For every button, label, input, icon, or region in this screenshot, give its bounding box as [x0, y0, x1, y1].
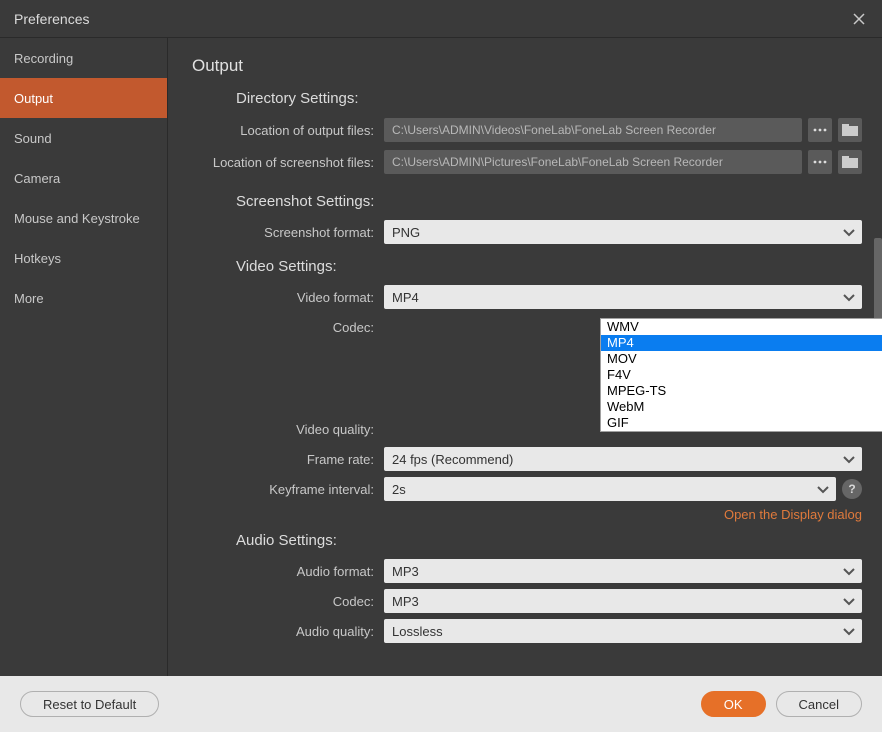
ok-button[interactable]: OK — [701, 691, 766, 717]
chevron-down-icon — [842, 564, 856, 579]
output-open-folder-button[interactable] — [838, 118, 862, 142]
video-format-label: Video format: — [192, 290, 384, 305]
footer: Reset to Default OK Cancel — [0, 676, 882, 732]
output-location-label: Location of output files: — [192, 123, 384, 138]
help-icon[interactable]: ? — [842, 479, 862, 499]
screenshot-location-label: Location of screenshot files: — [192, 155, 384, 170]
reset-to-default-button[interactable]: Reset to Default — [20, 691, 159, 717]
chevron-down-icon — [842, 290, 856, 305]
output-browse-button[interactable] — [808, 118, 832, 142]
keyframe-interval-label: Keyframe interval: — [192, 482, 384, 497]
dropdown-option-f4v[interactable]: F4V — [601, 367, 882, 383]
audio-format-label: Audio format: — [192, 564, 384, 579]
sidebar-item-camera[interactable]: Camera — [0, 158, 167, 198]
screenshot-browse-button[interactable] — [808, 150, 832, 174]
screenshot-location-input[interactable] — [384, 150, 802, 174]
close-icon — [852, 12, 866, 26]
audio-format-select[interactable]: MP3 — [384, 559, 862, 583]
close-button[interactable] — [850, 10, 868, 28]
screenshot-format-label: Screenshot format: — [192, 225, 384, 240]
select-value: MP4 — [392, 290, 419, 305]
folder-icon — [842, 156, 858, 168]
section-title-audio: Audio Settings: — [236, 532, 862, 549]
chevron-down-icon — [816, 482, 830, 497]
dropdown-option-mp4[interactable]: MP4 — [601, 335, 882, 351]
dropdown-option-mov[interactable]: MOV — [601, 351, 882, 367]
page-title: Output — [192, 56, 862, 76]
video-codec-label: Codec: — [192, 320, 384, 335]
cancel-button[interactable]: Cancel — [776, 691, 862, 717]
audio-quality-label: Audio quality: — [192, 624, 384, 639]
output-location-input[interactable] — [384, 118, 802, 142]
button-label: OK — [724, 697, 743, 712]
select-value: MP3 — [392, 594, 419, 609]
chevron-down-icon — [842, 594, 856, 609]
sidebar-item-label: Hotkeys — [14, 251, 61, 266]
window-title: Preferences — [14, 11, 89, 27]
button-label: Cancel — [799, 697, 839, 712]
sidebar-item-label: Mouse and Keystroke — [14, 211, 140, 226]
audio-quality-select[interactable]: Lossless — [384, 619, 862, 643]
scrollbar-thumb[interactable] — [874, 238, 882, 328]
dropdown-option-webm[interactable]: WebM — [601, 399, 882, 415]
sidebar: Recording Output Sound Camera Mouse and … — [0, 38, 168, 676]
sidebar-item-recording[interactable]: Recording — [0, 38, 167, 78]
chevron-down-icon — [842, 624, 856, 639]
chevron-down-icon — [842, 452, 856, 467]
select-value: 2s — [392, 482, 406, 497]
audio-codec-label: Codec: — [192, 594, 384, 609]
audio-codec-select[interactable]: MP3 — [384, 589, 862, 613]
dropdown-option-wmv[interactable]: WMV — [601, 319, 882, 335]
content-pane: Output Directory Settings: Location of o… — [168, 38, 882, 676]
keyframe-interval-select[interactable]: 2s — [384, 477, 836, 501]
select-value: PNG — [392, 225, 420, 240]
folder-icon — [842, 124, 858, 136]
sidebar-item-label: Sound — [14, 131, 52, 146]
section-title-directory: Directory Settings: — [236, 90, 862, 107]
video-quality-label: Video quality: — [192, 422, 384, 437]
section-title-screenshot: Screenshot Settings: — [236, 193, 862, 210]
sidebar-item-label: More — [14, 291, 44, 306]
screenshot-format-select[interactable]: PNG — [384, 220, 862, 244]
select-value: 24 fps (Recommend) — [392, 452, 513, 467]
sidebar-item-label: Camera — [14, 171, 60, 186]
sidebar-item-output[interactable]: Output — [0, 78, 167, 118]
sidebar-item-mouse-keystroke[interactable]: Mouse and Keystroke — [0, 198, 167, 238]
screenshot-open-folder-button[interactable] — [838, 150, 862, 174]
sidebar-item-more[interactable]: More — [0, 278, 167, 318]
select-value: Lossless — [392, 624, 443, 639]
section-title-video: Video Settings: — [236, 258, 862, 275]
video-format-dropdown: WMV MP4 MOV F4V MPEG-TS WebM GIF — [600, 318, 882, 432]
title-bar: Preferences — [0, 0, 882, 38]
frame-rate-label: Frame rate: — [192, 452, 384, 467]
sidebar-item-label: Output — [14, 91, 53, 106]
frame-rate-select[interactable]: 24 fps (Recommend) — [384, 447, 862, 471]
select-value: MP3 — [392, 564, 419, 579]
video-format-select[interactable]: MP4 — [384, 285, 862, 309]
dropdown-option-gif[interactable]: GIF — [601, 415, 882, 431]
sidebar-item-sound[interactable]: Sound — [0, 118, 167, 158]
ellipsis-icon — [813, 128, 827, 132]
button-label: Reset to Default — [43, 697, 136, 712]
sidebar-item-label: Recording — [14, 51, 73, 66]
open-display-dialog-link[interactable]: Open the Display dialog — [724, 507, 862, 522]
ellipsis-icon — [813, 160, 827, 164]
dropdown-option-mpeg-ts[interactable]: MPEG-TS — [601, 383, 882, 399]
sidebar-item-hotkeys[interactable]: Hotkeys — [0, 238, 167, 278]
chevron-down-icon — [842, 225, 856, 240]
